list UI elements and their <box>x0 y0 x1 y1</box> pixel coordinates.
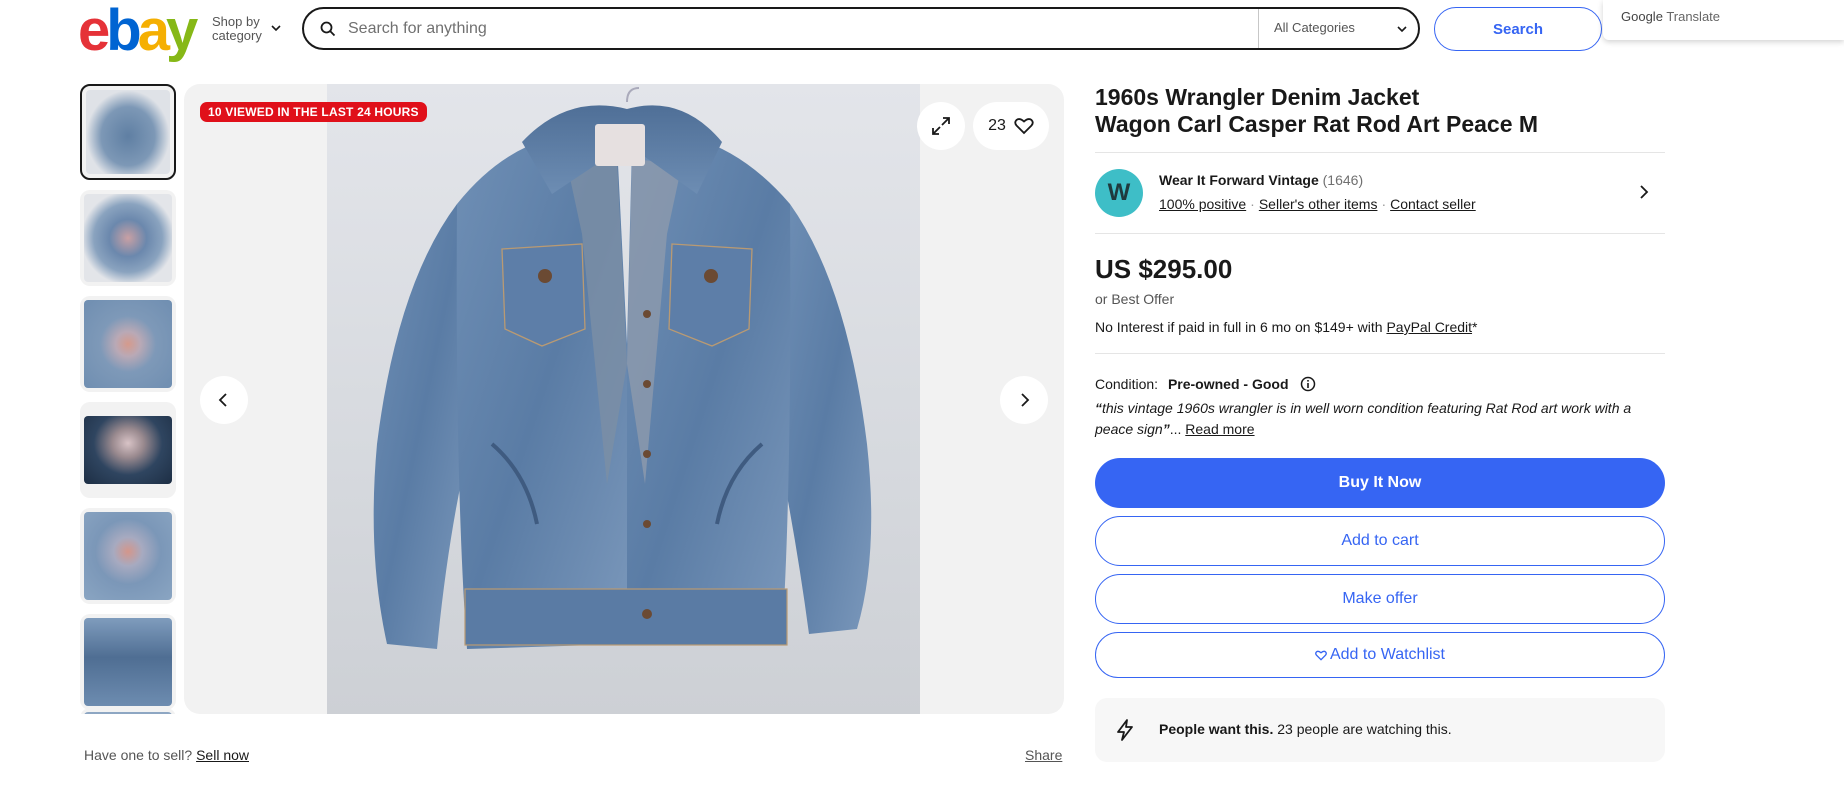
lightning-icon <box>1117 719 1133 741</box>
translate-label: Translate <box>1666 9 1721 24</box>
make-offer-button[interactable]: Make offer <box>1095 574 1665 624</box>
divider <box>1095 233 1665 234</box>
chevron-right-icon[interactable] <box>1637 185 1651 199</box>
logo-letter-b: b <box>106 0 141 63</box>
condition-value: Pre-owned - Good <box>1167 376 1289 392</box>
price: US $295.00 <box>1095 254 1233 284</box>
thumbnail-3[interactable] <box>80 296 176 392</box>
credit-text: No Interest if paid in full in 6 mo on $… <box>1095 319 1383 335</box>
thumbnail-7[interactable] <box>80 708 176 714</box>
google-brand: Google <box>1621 9 1663 24</box>
add-to-watchlist-button[interactable]: Add to Watchlist <box>1095 632 1665 678</box>
shop-by-label: Shop by <box>212 14 260 29</box>
ellipsis: ... <box>1169 421 1182 437</box>
heart-icon <box>1315 650 1327 661</box>
search-divider <box>1258 9 1259 48</box>
people-watching-text: 23 people are watching this. <box>1277 721 1452 737</box>
viewed-badge: 10 VIEWED IN THE LAST 24 HOURS <box>200 102 427 122</box>
sell-prompt: Have one to sell? Sell now <box>84 747 249 763</box>
heart-icon <box>1014 118 1034 135</box>
seller-other-items-link[interactable]: Seller's other items <box>1259 196 1378 212</box>
read-more-link[interactable]: Read more <box>1185 421 1254 437</box>
condition-label: Condition: <box>1095 376 1159 392</box>
divider <box>1095 353 1665 354</box>
add-to-watchlist-label: Add to Watchlist <box>1329 646 1445 663</box>
logo-letter-e: e <box>78 0 110 63</box>
search-button[interactable]: Search <box>1434 7 1602 51</box>
thumbnail-strip <box>80 84 176 714</box>
people-want-bold: People want this. <box>1159 721 1274 737</box>
logo-letter-y: y <box>165 0 198 63</box>
denim-jacket-image <box>373 87 872 649</box>
shop-by-category-button[interactable]: Shop by category <box>212 14 281 43</box>
image-gallery: 10 VIEWED IN THE LAST 24 HOURS 23 <box>184 84 1064 714</box>
share-link[interactable]: Share <box>1025 747 1062 763</box>
positive-feedback-link[interactable]: 100% positive <box>1159 196 1246 212</box>
thumbnail-4[interactable] <box>80 402 176 498</box>
search-input[interactable] <box>348 15 1148 42</box>
google-translate-label: Google Translate <box>1621 9 1720 24</box>
title-line-1: 1960s Wrangler Denim Jacket <box>1095 84 1420 110</box>
seller-note: “this vintage 1960s wrangler is in well … <box>1095 398 1665 440</box>
search-icon <box>320 21 336 37</box>
search-bar: All Categories <box>302 7 1420 50</box>
add-to-cart-button[interactable]: Add to cart <box>1095 516 1665 566</box>
have-one-text: Have one to sell? <box>84 747 193 763</box>
credit-suffix: * <box>1472 319 1478 335</box>
info-icon[interactable] <box>1300 376 1316 392</box>
quote-open: “ <box>1095 400 1102 416</box>
paypal-credit-link[interactable]: PayPal Credit <box>1386 319 1472 335</box>
contact-seller-link[interactable]: Contact seller <box>1390 196 1476 212</box>
watch-count-button[interactable]: 23 <box>973 102 1049 150</box>
seller-links: 100% positive · Seller's other items · Conta… <box>1159 196 1476 212</box>
condition-row: Condition: Pre-owned - Good <box>1095 376 1665 392</box>
expand-image-button[interactable] <box>917 102 965 150</box>
category-label: category <box>212 28 262 43</box>
chevron-down-icon[interactable] <box>1396 23 1408 35</box>
next-image-button[interactable] <box>1000 376 1048 424</box>
best-offer-text: or Best Offer <box>1095 291 1175 307</box>
listing-details: 1960s Wrangler Denim Jacket Wagon Carl C… <box>1095 84 1665 762</box>
thumbnail-1[interactable] <box>80 84 176 180</box>
logo-letter-a: a <box>137 0 170 63</box>
title-line-2: Wagon Carl Casper Rat Rod Art Peace M <box>1095 111 1539 137</box>
watch-count: 23 <box>988 117 1006 134</box>
chevron-left-icon <box>218 393 227 407</box>
people-want-this-banner: People want this. 23 people are watching… <box>1095 698 1665 762</box>
thumbnail-6[interactable] <box>80 614 176 710</box>
previous-image-button[interactable] <box>200 376 248 424</box>
seller-name: Wear It Forward Vintage (1646) <box>1159 172 1363 188</box>
thumbnail-5[interactable] <box>80 508 176 604</box>
quote-close: ” <box>1162 421 1170 437</box>
sell-now-link[interactable]: Sell now <box>196 747 249 763</box>
expand-icon <box>932 117 950 135</box>
ebay-logo[interactable]: ebay <box>78 0 198 63</box>
seller-name-text: Wear It Forward Vintage <box>1159 172 1319 188</box>
thumbnail-2[interactable] <box>80 190 176 286</box>
chevron-down-icon <box>271 25 281 32</box>
separator: · <box>1250 196 1255 212</box>
seller-card[interactable]: W Wear It Forward Vintage (1646) 100% po… <box>1095 153 1665 233</box>
people-want-this-text: People want this. 23 people are watching… <box>1159 721 1452 737</box>
paypal-credit-text: No Interest if paid in full in 6 mo on $… <box>1095 319 1665 335</box>
category-select[interactable]: All Categories <box>1274 20 1355 35</box>
seller-avatar: W <box>1095 169 1143 217</box>
buy-it-now-button[interactable]: Buy It Now <box>1095 458 1665 508</box>
listing-title: 1960s Wrangler Denim Jacket Wagon Carl C… <box>1095 84 1665 138</box>
chevron-right-icon <box>1021 393 1030 407</box>
seller-feedback-count: (1646) <box>1322 172 1364 188</box>
google-translate-widget[interactable]: Google Translate <box>1603 0 1844 40</box>
product-image[interactable] <box>327 84 920 714</box>
separator: · <box>1381 196 1387 212</box>
